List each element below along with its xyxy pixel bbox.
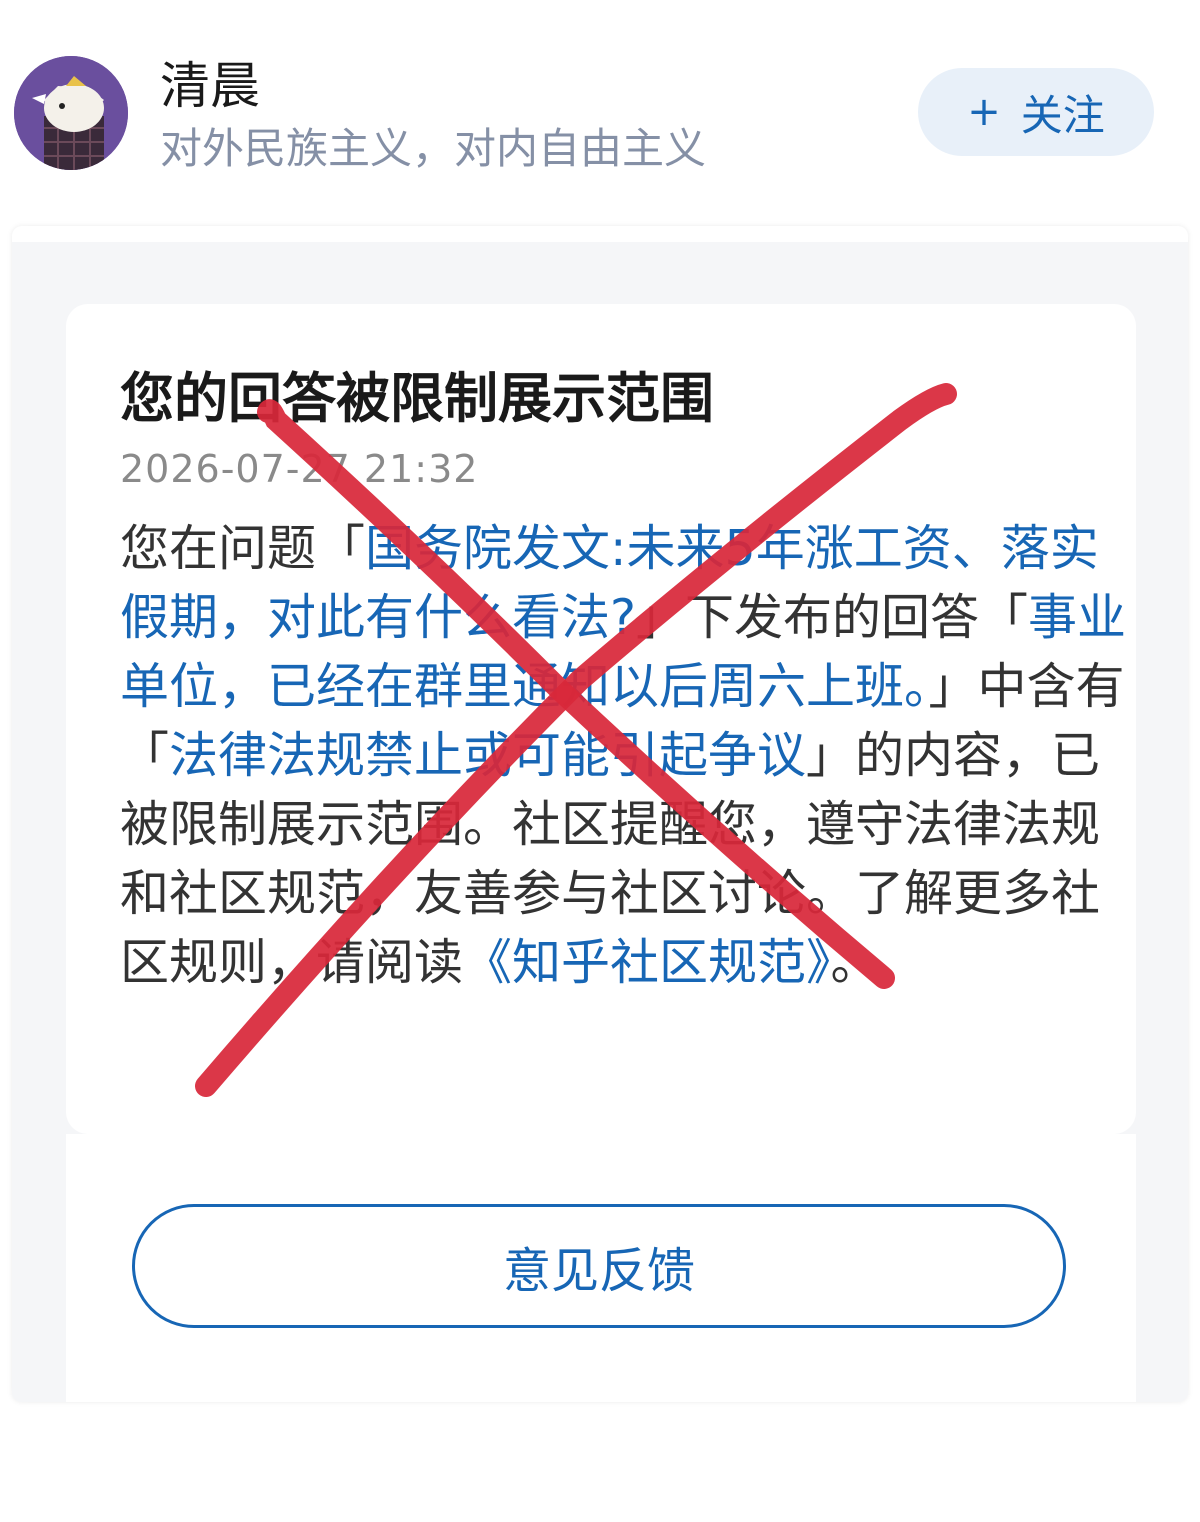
notice-text: 。 [830, 934, 880, 991]
notice-timestamp: 2026-07-27 21:32 [120, 447, 479, 491]
follow-button[interactable]: + 关注 [918, 68, 1154, 156]
feedback-button[interactable]: 意见反馈 [132, 1204, 1066, 1328]
notice-text: 您在问题「 [120, 520, 366, 577]
avatar-image [14, 56, 128, 170]
post-header: 清晨 对外民族主义，对内自由主义 + 关注 [0, 0, 1200, 200]
follow-label: 关注 [1020, 90, 1105, 140]
screenshot-top-divider [12, 226, 1188, 242]
community-rules-link[interactable]: 《知乎社区规范》 [463, 934, 831, 991]
reason-link[interactable]: 法律法规禁止或可能引起争议 [169, 727, 806, 784]
plus-icon: + [967, 89, 1001, 135]
notice-title: 您的回答被限制展示范围 [120, 367, 714, 430]
notice-body: 您在问题「国务院发文:未来5年涨工资、落实假期，对此有什么看法?」下发布的回答「… [120, 514, 1130, 997]
notice-footer: 意见反馈 [66, 1134, 1136, 1402]
page: 清晨 对外民族主义，对内自由主义 + 关注 您的回答被限制展示范围 2026-0… [0, 0, 1200, 1522]
user-name[interactable]: 清晨 [160, 56, 260, 116]
embedded-screenshot: 您的回答被限制展示范围 2026-07-27 21:32 您在问题「国务院发文:… [12, 226, 1188, 1402]
moderation-notice-card: 您的回答被限制展示范围 2026-07-27 21:32 您在问题「国务院发文:… [66, 304, 1136, 1134]
avatar[interactable] [14, 56, 128, 170]
notice-text: 」下发布的回答「 [636, 589, 1029, 646]
user-bio: 对外民族主义，对内自由主义 [160, 124, 707, 173]
